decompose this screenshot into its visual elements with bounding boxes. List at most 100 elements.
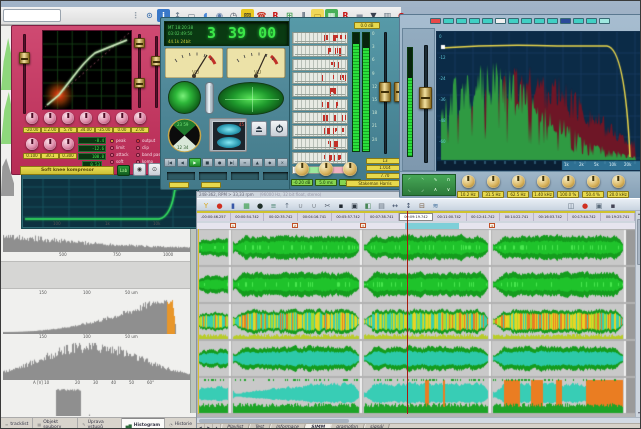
comp-knob-r1-4[interactable] [98, 112, 110, 124]
eq-top-button-1[interactable] [443, 18, 454, 24]
marker-flag-3[interactable]: 4 [489, 223, 495, 228]
transport-button-4[interactable]: ● [214, 158, 226, 167]
filter-shape-0[interactable]: ◜ [409, 178, 411, 183]
eq-knob-5[interactable] [587, 175, 600, 188]
comp-knob-r1-2[interactable] [62, 112, 74, 124]
track-lane-5[interactable] [197, 377, 635, 414]
project-tab-gramofon[interactable]: gramofon [330, 424, 366, 429]
filter-shape-1[interactable]: ◝ [422, 178, 424, 183]
filter-shape-6[interactable]: ∧ [434, 188, 438, 193]
project-tab-Test[interactable]: Test [248, 424, 271, 429]
comp-knob-r1-5[interactable] [116, 112, 128, 124]
transport-button-5[interactable]: ▶| [227, 158, 239, 167]
monitor2-icon[interactable]: ▦ [241, 200, 253, 211]
eq-gain-fader[interactable] [419, 87, 432, 109]
transport-button-1[interactable]: ◀ [177, 158, 189, 167]
transport-button-8[interactable]: ◆ [264, 158, 276, 167]
track-lane-4[interactable] [197, 340, 635, 377]
transport-button-6[interactable]: ≡ [239, 158, 251, 167]
ruler-timestamp[interactable]: 00:14:22.741 [500, 213, 534, 221]
ruler-timestamp[interactable]: 00:12:41.742 [467, 213, 501, 221]
clock-knob[interactable]: 23 59 12 34 [167, 118, 202, 153]
comp-right-slider-a[interactable] [134, 38, 145, 48]
screen-a-icon[interactable]: ◫ [565, 200, 577, 211]
mixer-icon[interactable]: ▤ [376, 200, 388, 211]
vertical-scrollbar[interactable]: ▴ ▾ [635, 211, 641, 417]
track-lane-2[interactable] [197, 266, 635, 303]
eq-top-button-9[interactable] [547, 18, 558, 24]
meters-knob-0[interactable] [295, 162, 309, 176]
scroll-down-icon[interactable]: ▾ [638, 411, 640, 415]
tab-nav-1[interactable]: ▸ [205, 424, 213, 429]
stop-icon[interactable]: ● [254, 200, 266, 211]
eq-top-button-12[interactable] [586, 18, 597, 24]
small-icon[interactable]: ▪ [607, 200, 619, 211]
eq-top-button-2[interactable] [456, 18, 467, 24]
camera-icon[interactable]: ▣ [349, 200, 361, 211]
grip-icon[interactable]: ⋮ [129, 9, 142, 22]
comp-opt-left-dot-3[interactable] [110, 160, 114, 164]
eject-button[interactable] [251, 121, 267, 136]
meters-knob-1[interactable] [319, 162, 333, 176]
comp-knob-r1-0[interactable] [26, 112, 38, 124]
screen-b-icon[interactable]: ▣ [593, 200, 605, 211]
comp-knob-r1-6[interactable] [134, 112, 146, 124]
comp-knob-r2-1[interactable] [44, 138, 56, 150]
ruler-timestamp[interactable]: 00:19:25.741 [601, 213, 635, 221]
ruler-timestamp[interactable]: 00:07:38.741 [365, 213, 399, 221]
calibrate-button[interactable]: Lab [117, 165, 130, 176]
preset-banner[interactable]: Soft knee kompresor [20, 166, 114, 175]
eq-top-button-3[interactable] [469, 18, 480, 24]
ruler-timestamp[interactable]: 00:02:35.742 [264, 213, 298, 221]
eq-top-button-6[interactable] [508, 18, 519, 24]
eq-knob-3[interactable] [537, 175, 550, 188]
comp-button-a[interactable]: ◉ [133, 163, 146, 176]
rec-b-icon[interactable]: ● [579, 200, 591, 211]
timeline-ruler[interactable]: -00:00:46.25700:00:54.74200:02:35.742 00:… [197, 211, 635, 221]
tab-nav-0[interactable]: ◂ [197, 424, 205, 429]
filter-shape-5[interactable]: ◞ [422, 188, 424, 193]
transport-button-7[interactable]: ▲ [252, 158, 264, 167]
project-tab-Informace[interactable]: Informace [269, 424, 305, 429]
transfer-curve-graph[interactable] [42, 30, 132, 110]
eq-top-button-8[interactable] [534, 18, 545, 24]
meters-knob-2[interactable] [343, 162, 357, 176]
ruler-timestamp-active[interactable]: 00:09:19.742 [399, 213, 433, 221]
scroll-up-icon[interactable]: ▴ [638, 212, 640, 216]
eq-knob-1[interactable] [487, 175, 500, 188]
pin-icon[interactable]: ↑ [281, 200, 293, 211]
project-tab-signál[interactable]: signál [363, 424, 390, 429]
transport-button-2[interactable]: ▶ [189, 158, 201, 167]
power-button[interactable] [270, 120, 288, 137]
filter-shape-2[interactable]: ∿ [433, 178, 437, 183]
analysis-tab-Histogram[interactable]: ▄▆Histogram [122, 418, 166, 429]
list-icon[interactable]: ≡ [268, 200, 280, 211]
filter-shape-7[interactable]: ∨ [447, 188, 451, 193]
ruler-timestamp[interactable]: -00:00:46.257 [197, 213, 231, 221]
comp-opt-left-dot-0[interactable] [110, 139, 114, 143]
analysis-tab-Historie[interactable]: ◔Historie [165, 418, 197, 429]
eq-knob-2[interactable] [512, 175, 525, 188]
marker-icon[interactable]: ▮ [227, 200, 239, 211]
wishbone-tool-icon[interactable]: Y [200, 200, 212, 211]
magnet-b-icon[interactable]: ∪ [308, 200, 320, 211]
scissors-icon[interactable]: ✂ [322, 200, 334, 211]
eq-top-button-11[interactable] [573, 18, 584, 24]
ruler-timestamp[interactable]: 00:00:54.742 [231, 213, 265, 221]
ruler-timestamp[interactable]: 00:16:03.742 [534, 213, 568, 221]
comp-left-slider[interactable] [19, 52, 30, 64]
filter-shape-4[interactable]: ◟ [409, 188, 411, 193]
scrollbar-thumb[interactable] [637, 219, 641, 265]
eq-knob-0[interactable] [462, 175, 475, 188]
zoomh-icon[interactable]: ↔ [389, 200, 401, 211]
comp-opt-left-dot-2[interactable] [110, 153, 114, 157]
ruler-timestamp[interactable]: 00:05:57.742 [332, 213, 366, 221]
comp-knob-r1-3[interactable] [80, 112, 92, 124]
eq-top-button-0[interactable] [430, 18, 441, 24]
comp-opt-right-dot-1[interactable] [136, 146, 140, 150]
comp-opt-left-dot-1[interactable] [110, 146, 114, 150]
comp-knob-r1-1[interactable] [44, 112, 56, 124]
comp-opt-right-dot-0[interactable] [136, 139, 140, 143]
ruler-timestamp[interactable]: 00:11:00.742 [433, 213, 467, 221]
spectrum-graph[interactable] [436, 31, 641, 171]
